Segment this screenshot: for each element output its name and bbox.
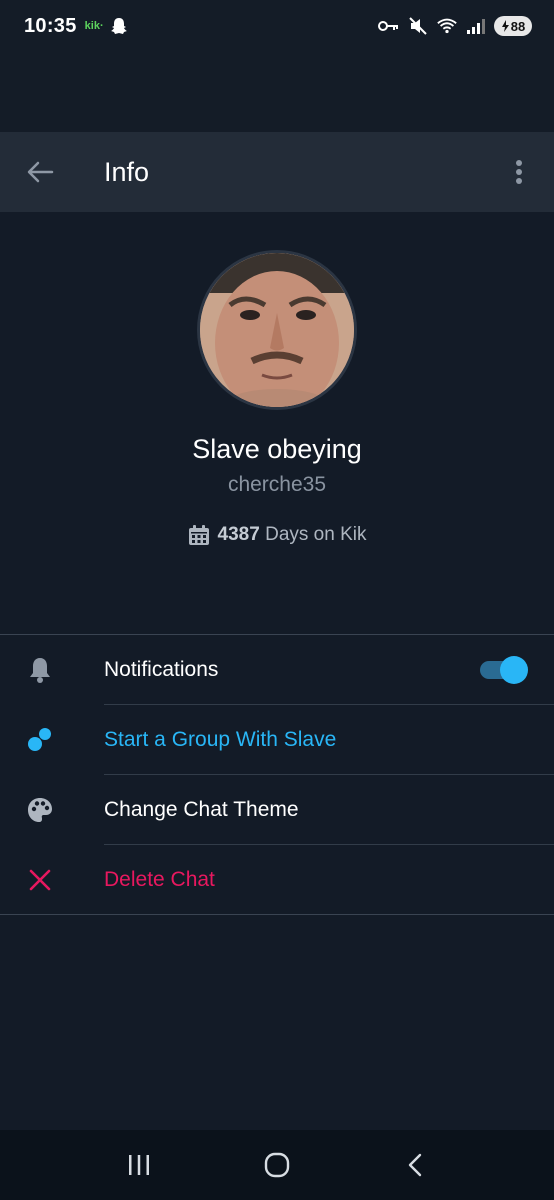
system-nav-bar xyxy=(0,1130,554,1200)
more-vertical-icon xyxy=(516,160,522,184)
top-spacer xyxy=(0,52,554,132)
status-time: 10:35 xyxy=(24,14,77,37)
app-bar: Info xyxy=(0,132,554,212)
nav-back-button[interactable] xyxy=(385,1135,445,1195)
notifications-toggle[interactable] xyxy=(480,656,528,684)
kik-notification-icon: kik· xyxy=(84,20,104,32)
change-theme-label: Change Chat Theme xyxy=(104,798,299,821)
options-list: Notifications Start a Group With Slave C… xyxy=(0,634,554,915)
arrow-left-icon xyxy=(27,161,54,183)
status-bar: 10:35 kik· 88 xyxy=(0,0,554,52)
more-options-button[interactable] xyxy=(484,132,554,212)
back-icon xyxy=(408,1153,422,1177)
display-name: Slave obeying xyxy=(192,434,362,464)
group-dots-icon xyxy=(0,705,80,775)
back-button[interactable] xyxy=(0,132,80,212)
recent-apps-icon xyxy=(129,1155,149,1175)
notifications-label: Notifications xyxy=(104,658,219,681)
battery-icon: 88 xyxy=(494,16,532,36)
snapchat-ghost-icon xyxy=(110,16,130,36)
days-on-kik: 4387 Days on Kik xyxy=(0,524,554,546)
start-group-label: Start a Group With Slave xyxy=(104,728,337,751)
calendar-icon xyxy=(188,525,209,545)
recent-apps-button[interactable] xyxy=(109,1135,169,1195)
status-icons: 88 xyxy=(378,15,532,37)
signal-icon xyxy=(465,15,487,37)
mute-icon xyxy=(407,15,429,37)
page-title: Info xyxy=(104,156,150,187)
days-count: 4387 xyxy=(217,524,260,545)
avatar[interactable] xyxy=(197,250,357,410)
home-button[interactable] xyxy=(247,1135,307,1195)
toggle-knob xyxy=(500,656,528,684)
close-icon xyxy=(0,845,80,915)
wifi-icon xyxy=(436,15,458,37)
delete-chat-option[interactable]: Delete Chat xyxy=(0,845,554,915)
start-group-option[interactable]: Start a Group With Slave xyxy=(0,705,554,775)
home-icon xyxy=(264,1152,290,1178)
vpn-key-icon xyxy=(378,15,400,37)
profile-section: Slave obeying cherche35 4387 Days on Kik xyxy=(0,212,554,634)
delete-chat-label: Delete Chat xyxy=(104,868,215,891)
palette-icon xyxy=(0,775,80,845)
notifications-option[interactable]: Notifications xyxy=(0,635,554,705)
bell-icon xyxy=(0,635,80,705)
days-suffix: Days on Kik xyxy=(265,524,367,545)
change-theme-option[interactable]: Change Chat Theme xyxy=(0,775,554,845)
divider xyxy=(0,914,554,915)
battery-level: 88 xyxy=(510,18,526,34)
username: cherche35 xyxy=(227,473,327,496)
